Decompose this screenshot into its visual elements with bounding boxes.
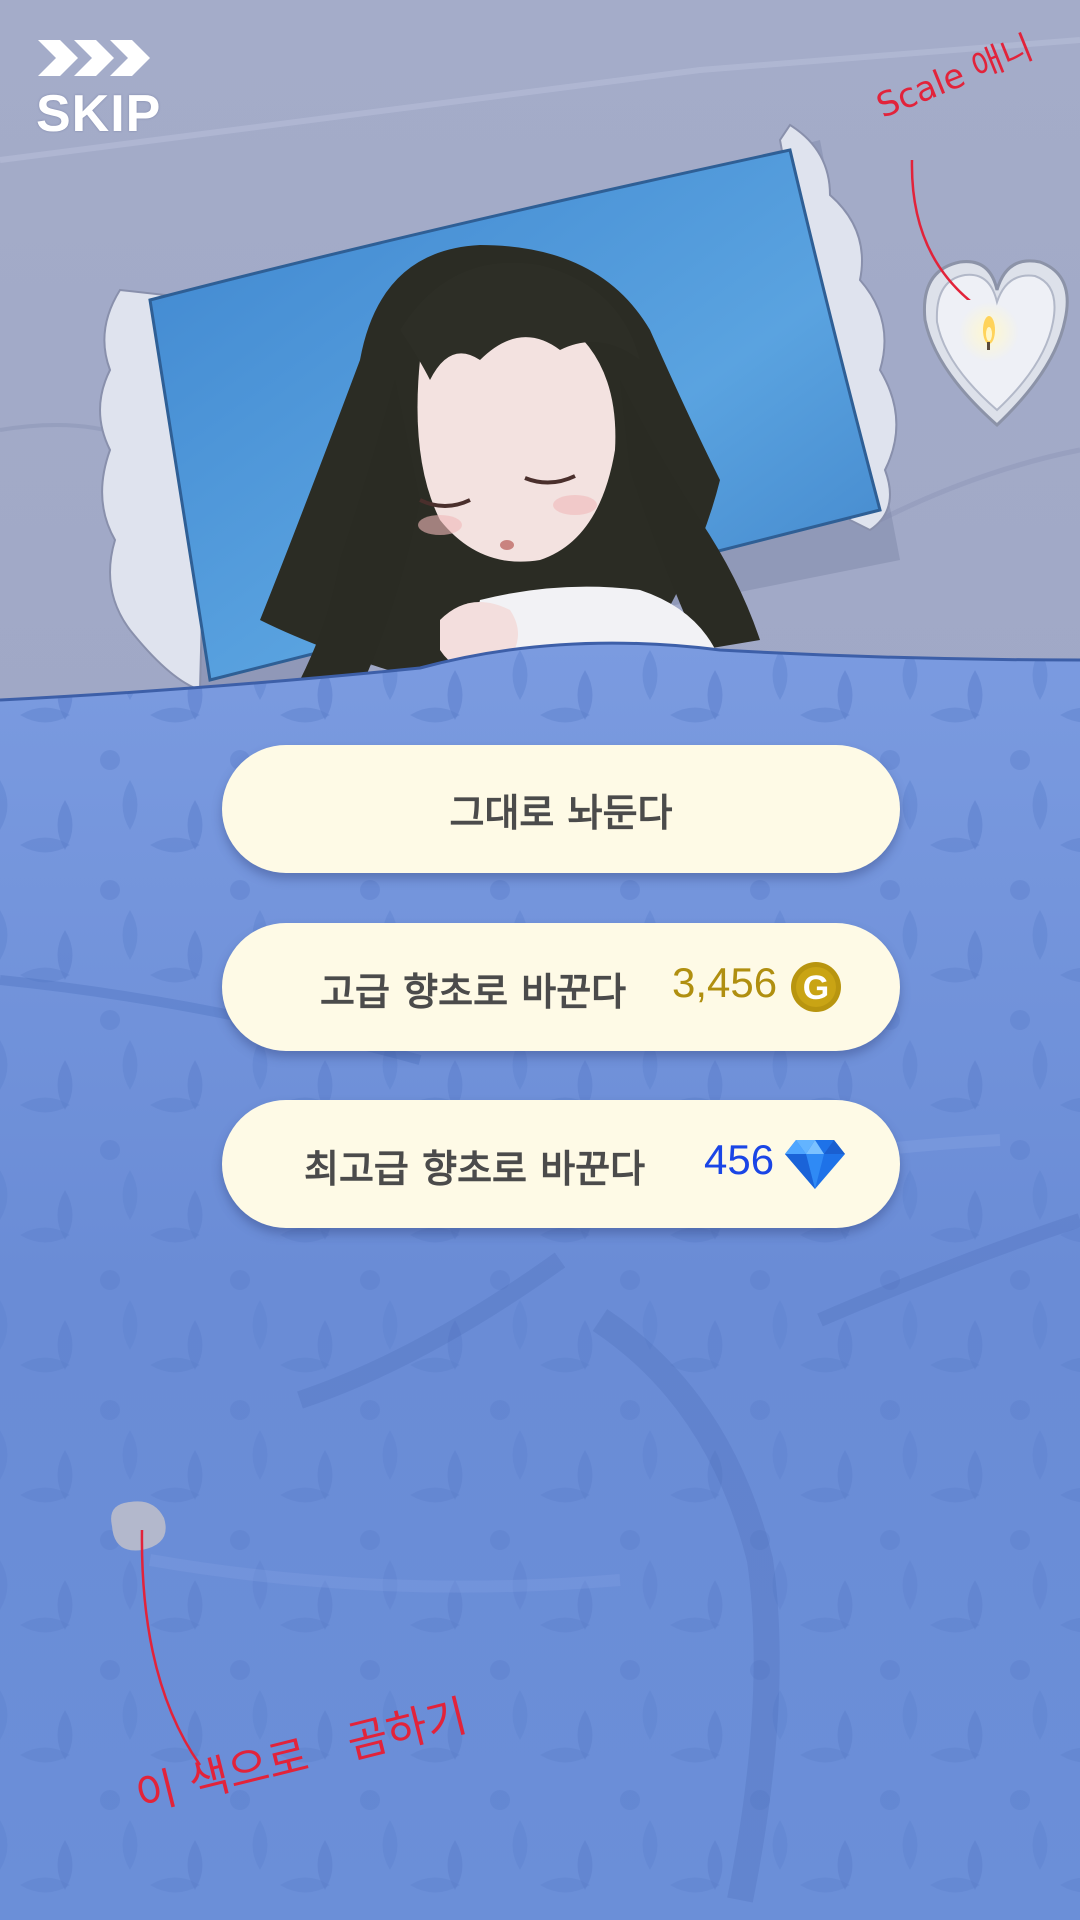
gold-price: 3,456 xyxy=(672,959,778,1006)
diamond-price: 456 xyxy=(704,1136,775,1183)
choice-label: 최고급 향초로 바꾼다 xyxy=(304,1147,646,1191)
skip-label: SKIP xyxy=(36,85,162,143)
choice-leave-as-is-button[interactable]: 그대로 놔둔다 xyxy=(222,745,900,873)
choice-label: 고급 향초로 바꾼다 xyxy=(320,970,627,1014)
fast-forward-chevrons-icon xyxy=(38,40,150,76)
skip-button[interactable]: SKIP xyxy=(36,38,160,143)
choice-premium-candle-button[interactable]: 고급 향초로 바꾼다 3,456 G xyxy=(222,923,900,1051)
choice-label: 그대로 놔둔다 xyxy=(449,790,673,835)
gold-coin-icon: G xyxy=(791,962,841,1012)
svg-text:G: G xyxy=(803,969,829,1007)
choice-top-premium-candle-button[interactable]: 최고급 향초로 바꾼다 456 xyxy=(222,1100,900,1228)
diamond-icon xyxy=(785,1140,845,1189)
